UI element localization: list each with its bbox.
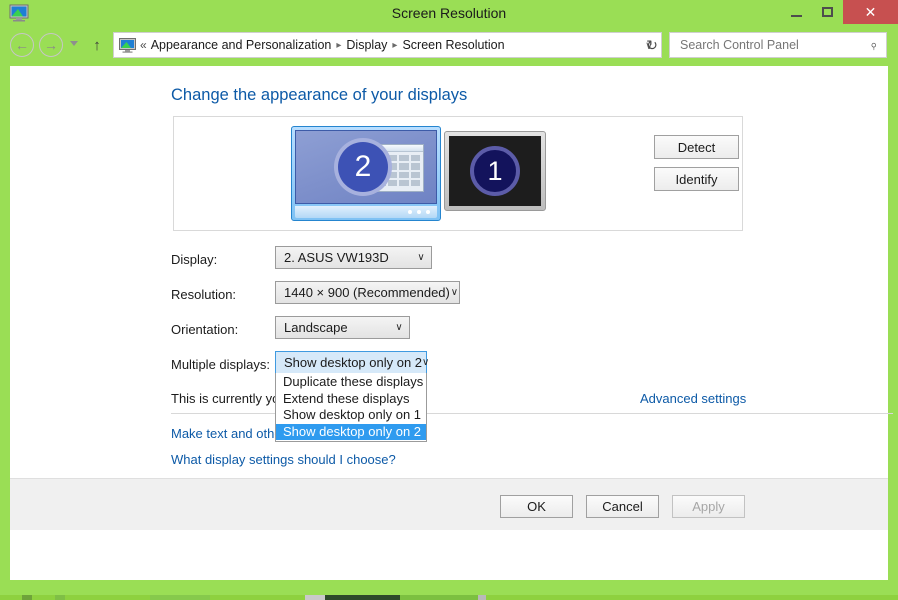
multiple-displays-dropdown-list[interactable]: Duplicate these displays Extend these di… [275,373,427,442]
breadcrumb-screen-resolution[interactable]: Screen Resolution [402,38,504,52]
monitor-preview-1[interactable]: 1 [444,131,546,211]
up-arrow-icon: ↑ [93,36,101,54]
taskbar-fragment [305,595,325,600]
search-box[interactable]: ⌕ [669,32,887,58]
address-bar[interactable]: « Appearance and Personalization ▸ Displ… [113,32,662,58]
page-title: Change the appearance of your displays [171,86,468,104]
close-icon: ✕ [864,4,877,20]
content-area: Change the appearance of your displays 2… [10,66,893,478]
multiple-displays-select-value: Show desktop only on 2 [284,355,423,370]
address-display-icon [119,37,136,53]
navigation-bar: ← → ↑ « Appearance and Personalization ▸… [0,28,898,64]
resolution-select-value: 1440 × 900 (Recommended) [284,285,450,300]
cancel-button[interactable]: Cancel [586,495,659,518]
orientation-label: Orientation: [171,322,239,337]
chevron-down-icon: ∨ [450,287,459,298]
taskbar-fragment [400,595,478,600]
display-select[interactable]: 2. ASUS VW193D ∨ [275,246,432,269]
apply-button: Apply [672,495,745,518]
maximize-button[interactable] [812,0,843,24]
chevron-down-icon: ∨ [395,322,403,333]
monitor-number-badge-2: 2 [334,138,392,196]
taskbar-sliver [0,595,898,600]
taskbar-fragment [478,595,486,600]
orientation-select-value: Landscape [284,320,348,335]
breadcrumb-display[interactable]: Display [346,38,387,52]
window-title: Screen Resolution [391,5,507,21]
resolution-label: Resolution: [171,287,237,302]
monitor-arrangement: 2 1 [174,117,614,230]
monitor-1-screen: 1 [449,136,541,206]
taskbar-fragment [22,595,32,600]
taskbar-fragment [325,595,400,600]
display-preview-panel: 2 1 Detect Identify [173,116,743,231]
taskbar-fragment [150,595,210,600]
monitor-2-screen: 2 [295,130,437,204]
refresh-icon: ↻ [646,36,658,53]
dropdown-option-duplicate[interactable]: Duplicate these displays [276,374,426,391]
orientation-select[interactable]: Landscape ∨ [275,316,410,339]
breadcrumb-appearance[interactable]: Appearance and Personalization [151,38,332,52]
screen-resolution-window: Screen Resolution ✕ ← → ↑ « Appearance a… [0,0,898,595]
multiple-displays-select[interactable]: Show desktop only on 2 ∨ [275,351,430,374]
display-label: Display: [171,252,218,267]
title-bar: Screen Resolution ✕ [0,0,898,28]
detect-button[interactable]: Detect [654,135,739,159]
monitor-preview-2[interactable]: 2 [291,126,441,221]
close-button[interactable]: ✕ [843,0,898,24]
breadcrumb-overflow-icon[interactable]: « [140,38,147,52]
display-select-value: 2. ASUS VW193D [284,250,389,265]
refresh-button[interactable]: ↻ [641,33,663,57]
minimize-button[interactable] [781,0,812,24]
window-bottom-filler [10,530,888,580]
ok-button[interactable]: OK [500,495,573,518]
chevron-down-icon: ∨ [422,357,430,368]
chevron-down-icon: ∨ [417,252,425,263]
breadcrumb-separator-icon: ▸ [336,39,342,51]
multiple-displays-label: Multiple displays: [171,357,270,372]
recent-locations-chevron-down-icon[interactable] [70,41,78,46]
back-button[interactable]: ← [10,33,34,57]
dropdown-option-only-2[interactable]: Show desktop only on 2 [276,423,426,440]
breadcrumb-separator-icon: ▸ [392,39,398,51]
back-arrow-icon: ← [15,37,29,53]
advanced-settings-link[interactable]: Advanced settings [640,391,746,406]
maximize-icon [822,7,833,17]
identify-button[interactable]: Identify [654,167,739,191]
search-input[interactable] [678,37,870,53]
monitor-number-badge-1: 1 [470,146,520,196]
monitor-2-base [295,206,437,218]
forward-arrow-icon: → [44,37,58,53]
forward-button[interactable]: → [39,33,63,57]
what-display-settings-link[interactable]: What display settings should I choose? [171,452,396,467]
taskbar-fragment [55,595,65,600]
resolution-select[interactable]: 1440 × 900 (Recommended) ∨ [275,281,460,304]
minimize-icon [791,14,802,17]
up-button[interactable]: ↑ [88,36,106,54]
dialog-button-bar: OK Cancel Apply [10,478,888,530]
dropdown-option-only-1[interactable]: Show desktop only on 1 [276,407,426,424]
dropdown-option-extend[interactable]: Extend these displays [276,391,426,408]
